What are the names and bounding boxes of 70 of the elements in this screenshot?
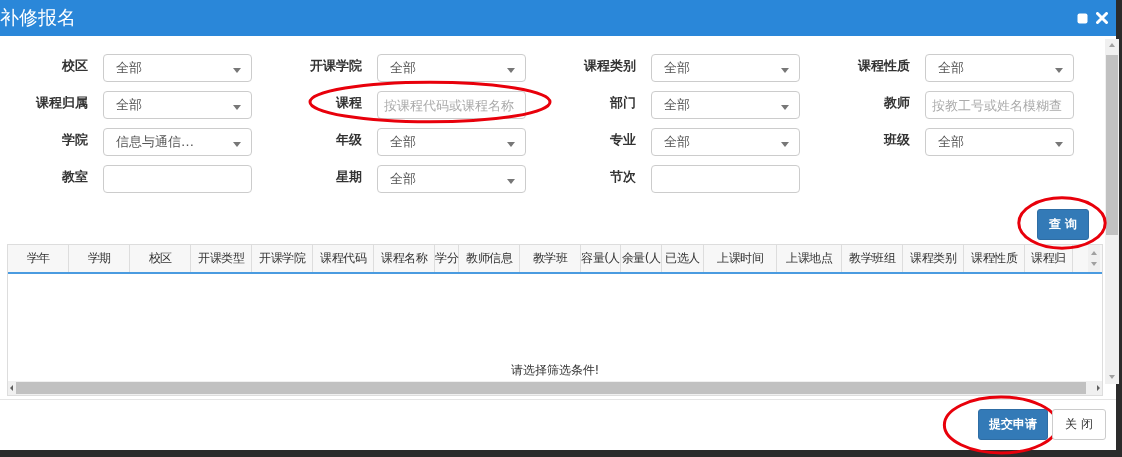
field-label: 教师 — [883, 94, 910, 112]
query-button[interactable]: 查 询 — [1037, 209, 1089, 240]
column-header[interactable]: 开课类型 — [191, 245, 252, 272]
column-header[interactable]: 课程性质 — [964, 245, 1025, 272]
dropdown[interactable]: 信息与通信… — [103, 128, 252, 156]
caret-icon — [1055, 68, 1063, 73]
column-header[interactable]: 余量(人 — [621, 245, 662, 272]
input-field[interactable] — [103, 165, 252, 193]
dropdown[interactable]: 全部 — [377, 54, 526, 82]
submit-button[interactable]: 提交申请 — [978, 408, 1049, 440]
caret-icon — [781, 142, 789, 147]
caret-icon — [233, 142, 241, 147]
input-field[interactable] — [651, 165, 800, 193]
dropdown[interactable]: 全部 — [377, 128, 526, 156]
dropdown[interactable]: 全部 — [651, 91, 800, 119]
column-header[interactable]: 课程类别 — [903, 245, 964, 272]
dropdown[interactable]: 全部 — [651, 128, 800, 156]
caret-icon — [781, 68, 789, 73]
field-label: 班级 — [882, 131, 910, 149]
field-label: 校区 — [61, 57, 88, 75]
column-header[interactable]: 课程名称 — [374, 245, 435, 272]
caret-icon — [1055, 142, 1063, 147]
column-header[interactable]: 开课学院 — [252, 245, 313, 272]
caret-icon — [781, 105, 789, 110]
column-header[interactable]: 学期 — [69, 245, 130, 272]
maximize-icon[interactable] — [1077, 12, 1088, 24]
scrollbar-drawing[interactable] — [1088, 245, 1100, 272]
dropdown[interactable]: 全部 — [925, 128, 1074, 156]
empty-message: 请选择筛选条件! — [510, 362, 600, 379]
caret-icon — [507, 142, 515, 147]
column-header[interactable]: 教学班组 — [842, 245, 903, 272]
vertical-scrollbar[interactable] — [1105, 39, 1119, 384]
caret-icon — [507, 179, 515, 184]
dropdown[interactable]: 全部 — [651, 54, 800, 82]
caret-icon — [507, 68, 515, 73]
field-label: 专业 — [609, 131, 636, 149]
field-label: 年级 — [335, 131, 362, 149]
column-header[interactable]: 课程代码 — [313, 245, 374, 272]
field-label: 教室 — [61, 168, 88, 186]
column-header[interactable]: 学年 — [8, 245, 69, 272]
column-header[interactable]: 教师信息 — [459, 245, 520, 272]
caret-icon — [233, 68, 241, 73]
dropdown[interactable]: 全部 — [103, 91, 252, 119]
field-label: 节次 — [609, 168, 636, 186]
close-button[interactable]: 关 闭 — [1052, 408, 1106, 440]
close-icon[interactable] — [1096, 12, 1108, 24]
caret-icon — [233, 105, 241, 110]
column-header[interactable]: 学分 — [435, 245, 459, 272]
field-label: 部门 — [609, 94, 636, 112]
field-label: 星期 — [335, 168, 362, 186]
input-field[interactable]: 按课程代码或课程名称 — [377, 91, 526, 119]
field-label: 学院 — [61, 131, 88, 149]
column-header[interactable]: 校区 — [130, 245, 191, 272]
column-header[interactable]: 课程归 — [1025, 245, 1073, 272]
input-field[interactable]: 按教工号或姓名模糊查 — [925, 91, 1074, 119]
field-label: 开课学院 — [309, 57, 362, 75]
dropdown[interactable]: 全部 — [377, 165, 526, 193]
field-label: 课程性质 — [856, 57, 910, 75]
field-label: 课程 — [334, 94, 362, 112]
column-header[interactable]: 教学班 — [520, 245, 581, 272]
dropdown[interactable]: 全部 — [103, 54, 252, 82]
horizontal-scrollbar[interactable] — [8, 381, 1102, 395]
column-header[interactable]: 容量(人 — [581, 245, 621, 272]
column-header[interactable]: 上课时间 — [704, 245, 777, 272]
field-label: 课程类别 — [582, 57, 636, 75]
field-label: 课程归属 — [34, 94, 88, 112]
window-title: 补修报名 — [0, 5, 76, 30]
dropdown[interactable]: 全部 — [925, 54, 1074, 82]
column-header[interactable]: 已选人 — [662, 245, 704, 272]
column-header[interactable]: 上课地点 — [777, 245, 842, 272]
